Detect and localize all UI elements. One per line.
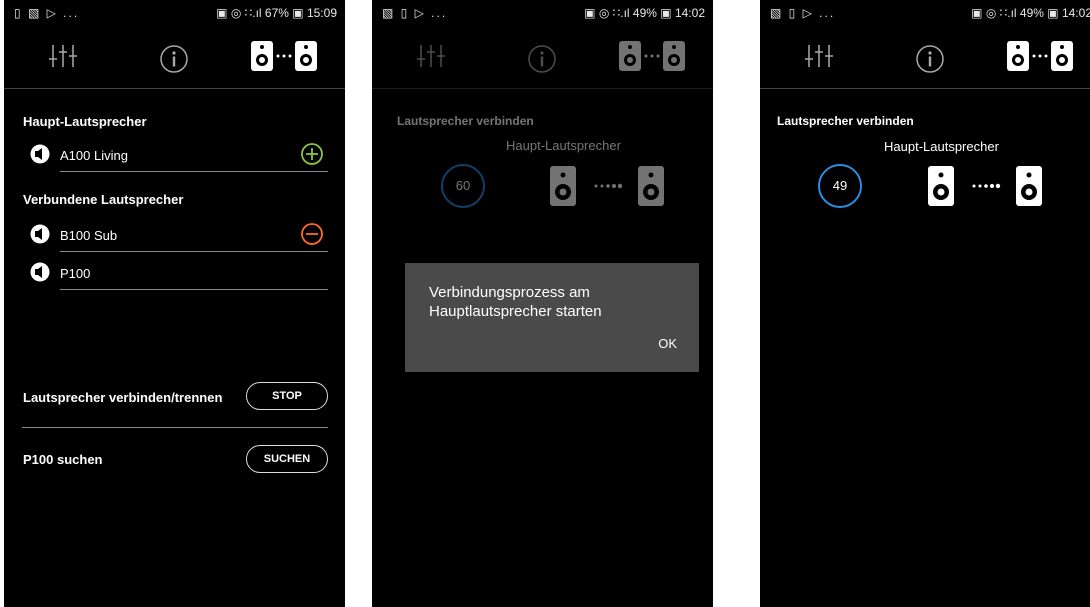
connect-disconnect-label: Lautsprecher verbinden/trennen	[23, 390, 223, 405]
status-right: ▣ ◎ ∷.ıl 67% ▣ 15:09	[216, 6, 337, 20]
top-toolbar	[372, 38, 713, 82]
row-underline	[60, 289, 328, 290]
main-speaker-row[interactable]: A100 Living	[30, 140, 328, 172]
status-right: ▣ ◎ ∷.ıl 49% ▣ 14:02	[971, 6, 1090, 20]
main-speaker-subtitle: Haupt-Lautsprecher	[884, 139, 999, 154]
add-icon[interactable]	[300, 142, 324, 171]
connected-speaker-row[interactable]: P100	[30, 258, 328, 290]
ok-button[interactable]: OK	[658, 336, 677, 351]
remove-icon[interactable]	[300, 222, 324, 251]
connected-speaker-row[interactable]: B100 Sub	[30, 220, 328, 252]
header-divider	[4, 88, 345, 89]
speaker-link-icon	[617, 38, 687, 79]
info-icon[interactable]	[915, 44, 945, 79]
header-divider	[372, 88, 713, 89]
connect-title: Lautsprecher verbinden	[397, 114, 534, 128]
search-button[interactable]: SUCHEN	[246, 445, 328, 473]
connected-speakers-title: Verbundene Lautsprecher	[23, 192, 184, 207]
connected-speaker-name: P100	[60, 266, 91, 281]
equalizer-icon[interactable]	[48, 42, 84, 75]
speaker-settings-screen: ▯ ▧ ▷ ... ▣ ◎ ∷.ıl 67% ▣ 15:09 Haupt-Lau…	[4, 0, 345, 607]
control-divider	[22, 427, 328, 428]
connected-speaker-name: B100 Sub	[60, 228, 118, 243]
status-bar: ▧ ▯ ▷ ... ▣ ◎ ∷.ıl 49% ▣ 14:02	[372, 0, 713, 26]
stop-button[interactable]: STOP	[246, 382, 328, 410]
status-left: ▧ ▯ ▷ ...	[382, 6, 448, 20]
connect-dialog: Verbindungsprozess am Hauptlautsprecher …	[405, 263, 699, 372]
header-divider	[760, 88, 1090, 89]
dialog-message: Verbindungsprozess am Hauptlautsprecher …	[429, 284, 602, 320]
main-speaker-title: Haupt-Lautsprecher	[23, 114, 147, 129]
countdown-value: 49	[832, 178, 848, 193]
countdown-value: 60	[455, 178, 471, 193]
speaker-pair-icon	[928, 166, 1042, 206]
main-speaker-subtitle: Haupt-Lautsprecher	[506, 138, 621, 153]
connecting-screen: ▧ ▯ ▷ ... ▣ ◎ ∷.ıl 49% ▣ 14:02 Lautsprec…	[760, 0, 1090, 607]
status-bar: ▧ ▯ ▷ ... ▣ ◎ ∷.ıl 49% ▣ 14:02	[760, 0, 1090, 26]
equalizer-icon	[416, 42, 452, 75]
row-underline	[60, 251, 328, 252]
speaker-link-icon[interactable]	[1005, 38, 1075, 79]
equalizer-icon[interactable]	[804, 42, 840, 75]
row-underline	[60, 171, 328, 172]
connect-dialog-screen: ▧ ▯ ▷ ... ▣ ◎ ∷.ıl 49% ▣ 14:02 Lautsprec…	[372, 0, 713, 607]
status-right: ▣ ◎ ∷.ıl 49% ▣ 14:02	[584, 6, 705, 20]
status-left: ▧ ▯ ▷ ...	[770, 6, 836, 20]
status-left: ▯ ▧ ▷ ...	[14, 6, 80, 20]
top-toolbar	[760, 38, 1090, 82]
info-icon	[527, 44, 557, 79]
status-bar: ▯ ▧ ▷ ... ▣ ◎ ∷.ıl 67% ▣ 15:09	[4, 0, 345, 26]
speaker-icon	[30, 224, 50, 249]
info-icon[interactable]	[159, 44, 189, 79]
speaker-icon	[30, 144, 50, 169]
speaker-link-icon[interactable]	[249, 38, 319, 79]
search-label: P100 suchen	[23, 452, 103, 467]
top-toolbar	[4, 38, 345, 82]
speaker-icon	[30, 262, 50, 287]
main-speaker-name: A100 Living	[60, 148, 128, 163]
connect-title: Lautsprecher verbinden	[777, 114, 914, 128]
speaker-pair-icon	[550, 166, 664, 206]
